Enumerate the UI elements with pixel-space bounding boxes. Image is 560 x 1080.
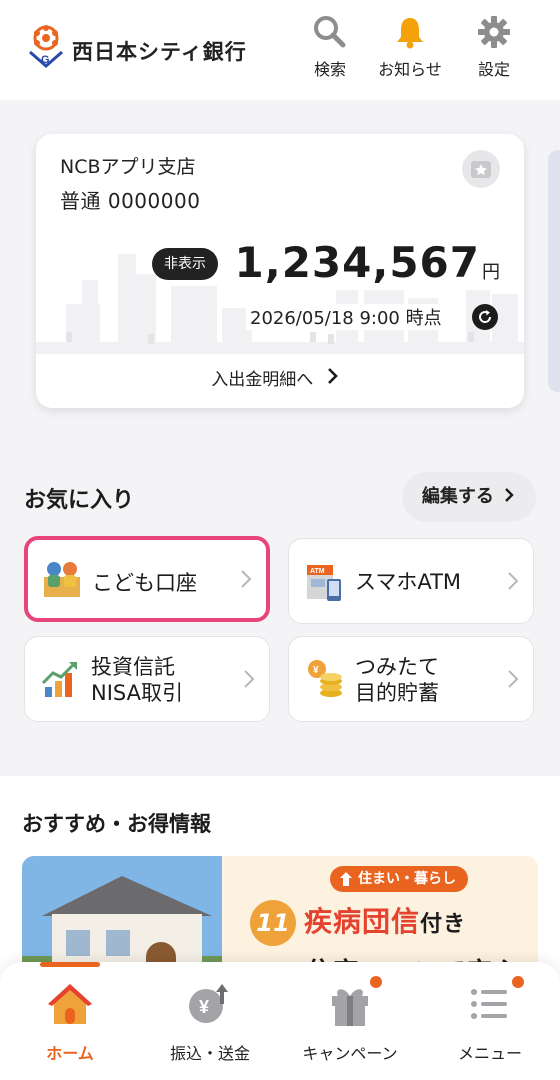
balance-display: 1,234,567 円 bbox=[235, 232, 504, 290]
favorite-investment-nisa[interactable]: 投資信託 NISA取引 bbox=[24, 636, 270, 722]
gear-icon bbox=[478, 16, 510, 48]
coins-icon: ¥ bbox=[308, 660, 342, 697]
next-card-peek[interactable] bbox=[548, 150, 560, 392]
menu-badge bbox=[510, 974, 526, 990]
svg-text:¥: ¥ bbox=[313, 665, 319, 676]
balance-currency: 円 bbox=[482, 262, 500, 283]
star-icon bbox=[471, 161, 491, 178]
nav-home[interactable]: ホーム bbox=[0, 962, 140, 1080]
notice-label: お知らせ bbox=[378, 60, 442, 79]
chevron-right-icon bbox=[505, 488, 514, 502]
bank-logo: G bbox=[29, 25, 63, 68]
bank-name: 西日本シティ銀行 bbox=[72, 40, 247, 64]
home-icon bbox=[340, 872, 352, 886]
nav-label: ホーム bbox=[46, 1044, 94, 1063]
tile-label: 投資信託 NISA取引 bbox=[91, 654, 183, 705]
favorite-account-button[interactable] bbox=[462, 150, 500, 188]
account-number: 普通 0000000 bbox=[60, 189, 201, 213]
campaign-badge bbox=[368, 974, 384, 990]
favorite-smartphone-atm[interactable]: ATM スマホATM bbox=[288, 538, 534, 624]
edit-favorites-label: 編集する bbox=[421, 486, 494, 507]
favorites-title: お気に入り bbox=[24, 488, 135, 513]
search-button[interactable]: 検索 bbox=[292, 14, 368, 84]
favorite-savings-goal[interactable]: ¥ つみたて 目的貯蓄 bbox=[288, 636, 534, 722]
chevron-right-icon bbox=[244, 670, 255, 688]
investment-chart-icon bbox=[41, 661, 77, 697]
refresh-icon bbox=[479, 310, 492, 323]
chevron-right-icon bbox=[508, 572, 519, 590]
recommend-title: おすすめ・お得情報 bbox=[22, 812, 211, 836]
active-tab-indicator bbox=[40, 962, 100, 967]
tile-label: つみたて 目的貯蓄 bbox=[355, 654, 439, 705]
bottom-navigation: ホーム ¥ 振込・送金 キャンペーン メニュー bbox=[0, 962, 560, 1080]
settings-button[interactable]: 設定 bbox=[456, 14, 532, 84]
nav-label: キャンペーン bbox=[302, 1044, 398, 1063]
settings-label: 設定 bbox=[477, 60, 510, 79]
account-card: NCBアプリ支店 普通 0000000 非表示 1,234,567 円 2026… bbox=[36, 134, 524, 408]
refresh-button[interactable] bbox=[472, 304, 498, 330]
hide-balance-toggle[interactable]: 非表示 bbox=[152, 248, 218, 280]
balance-amount: 1,234,567 bbox=[234, 238, 480, 287]
gift-icon bbox=[332, 989, 368, 1026]
nav-transfer[interactable]: ¥ 振込・送金 bbox=[140, 962, 280, 1080]
app-header: G 西日本シティ銀行 検索 お知らせ 設定 bbox=[0, 0, 560, 100]
tile-label: こども口座 bbox=[92, 570, 197, 595]
banner-tag-label: 住まい・暮らし bbox=[358, 871, 456, 887]
nav-menu[interactable]: メニュー bbox=[420, 962, 560, 1080]
notice-button[interactable]: お知らせ bbox=[372, 14, 448, 84]
menu-list-icon bbox=[471, 989, 507, 1019]
edit-favorites-button[interactable]: 編集する bbox=[402, 472, 536, 522]
balance-timestamp: 2026/05/18 9:00 時点 bbox=[246, 304, 446, 330]
account-info: NCBアプリ支店 普通 0000000 bbox=[52, 146, 260, 214]
transfer-yen-icon: ¥ bbox=[189, 984, 228, 1023]
nav-label: 振込・送金 bbox=[169, 1044, 250, 1063]
banner-headline-main: 疾病団信 bbox=[304, 905, 421, 938]
search-label: 検索 bbox=[313, 60, 346, 79]
kids-icon bbox=[44, 562, 80, 597]
banner-category-tag: 住まい・暮らし bbox=[330, 866, 468, 892]
nav-campaign[interactable]: キャンペーン bbox=[280, 962, 420, 1080]
tile-label: スマホATM bbox=[355, 569, 462, 594]
home-icon bbox=[48, 984, 92, 1024]
bell-icon bbox=[397, 18, 423, 49]
transaction-detail-link[interactable]: 入出金明細へ bbox=[140, 360, 410, 400]
chevron-right-icon bbox=[241, 570, 252, 588]
svg-text:G: G bbox=[41, 54, 50, 66]
chevron-right-icon bbox=[508, 670, 519, 688]
atm-icon: ATM bbox=[307, 565, 341, 601]
nav-label: メニュー bbox=[457, 1044, 522, 1063]
favorite-kids-account[interactable]: こども口座 bbox=[24, 536, 270, 622]
transaction-detail-label: 入出金明細へ bbox=[211, 370, 314, 390]
chevron-right-icon bbox=[327, 368, 338, 384]
banner-headline: 疾病団信付き bbox=[304, 900, 466, 940]
banner-number-badge: 11 bbox=[250, 900, 296, 946]
branch-name: NCBアプリ支店 bbox=[60, 156, 196, 178]
svg-text:ATM: ATM bbox=[310, 568, 325, 575]
search-icon bbox=[314, 16, 346, 48]
svg-text:¥: ¥ bbox=[199, 997, 209, 1017]
banner-headline-suffix: 付き bbox=[420, 912, 467, 937]
